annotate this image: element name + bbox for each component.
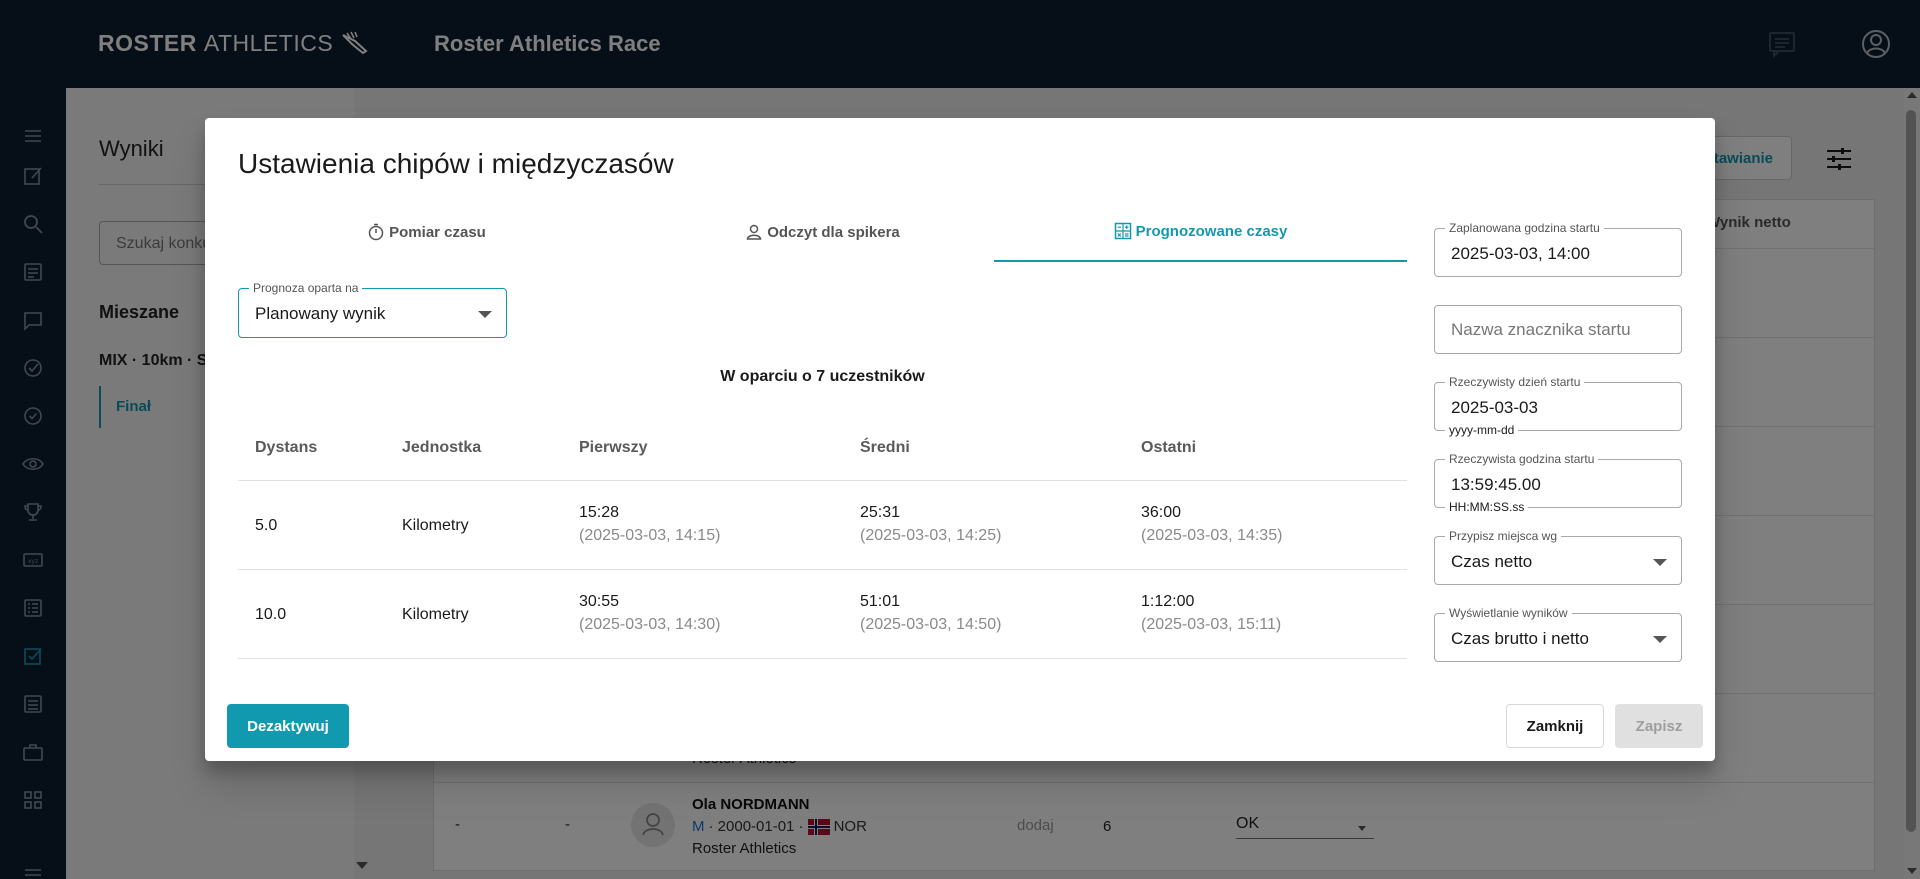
- save-button[interactable]: Zapisz: [1615, 704, 1703, 748]
- table-row: 10.0 Kilometry 30:55 (2025-03-03, 14:30)…: [238, 569, 1407, 658]
- last-time: 36:00: [1141, 504, 1182, 521]
- forecast-basis-label: Prognoza oparta na: [249, 281, 363, 295]
- average-clock-time: (2025-03-03, 14:25): [860, 527, 1002, 544]
- start-marker-name-input[interactable]: Nazwa znacznika startu: [1434, 305, 1682, 354]
- actual-start-time-label: Rzeczywista godzina startu: [1445, 452, 1599, 466]
- column-header-unit: Jednostka: [402, 439, 482, 456]
- forecast-basis-value: Planowany wynik: [255, 304, 386, 323]
- average-time: 25:31: [860, 504, 901, 521]
- forecast-basis-select[interactable]: Prognoza oparta na Planowany wynik: [238, 281, 507, 338]
- first-clock-time: (2025-03-03, 14:15): [579, 527, 721, 544]
- row-distance: 10.0: [255, 606, 287, 623]
- table-row: 5.0 Kilometry 15:28 (2025-03-03, 14:15) …: [238, 480, 1407, 569]
- tab-predicted-times[interactable]: Prognozowane czasy: [994, 202, 1407, 262]
- assign-places-select[interactable]: Przypisz miejsca wg Czas netto: [1434, 529, 1682, 585]
- last-clock-time: (2025-03-03, 14:35): [1141, 527, 1283, 544]
- dialog-tabs: Pomiar czasu Odczyt dla spikera Prognozo…: [238, 202, 1407, 262]
- chevron-down-icon[interactable]: [478, 311, 492, 318]
- last-time: 1:12:00: [1141, 593, 1195, 610]
- close-button[interactable]: Zamknij: [1506, 704, 1604, 748]
- chevron-down-icon[interactable]: [1653, 636, 1667, 643]
- date-format-hint: yyyy-mm-dd: [1445, 423, 1519, 437]
- column-header-average: Średni: [860, 439, 910, 456]
- first-clock-time: (2025-03-03, 14:30): [579, 616, 721, 633]
- tab-speaker[interactable]: Odczyt dla spikera: [634, 202, 1011, 262]
- chip-settings-dialog: Ustawienia chipów i międzyczasów Pomiar …: [205, 118, 1715, 761]
- row-last: 1:12:00 (2025-03-03, 15:11): [1141, 593, 1281, 634]
- row-average: 25:31 (2025-03-03, 14:25): [860, 504, 1001, 545]
- tab-timing[interactable]: Pomiar czasu: [238, 202, 615, 262]
- assign-places-value: Czas netto: [1451, 552, 1533, 571]
- row-average: 51:01 (2025-03-03, 14:50): [860, 593, 1001, 634]
- assign-places-label: Przypisz miejsca wg: [1445, 529, 1562, 543]
- planned-start-label: Zaplanowana godzina startu: [1445, 221, 1604, 235]
- tab-speaker-label: Odczyt dla spikera: [767, 223, 900, 241]
- chevron-down-icon[interactable]: [1653, 559, 1667, 566]
- tab-predicted-times-label: Prognozowane czasy: [1135, 222, 1288, 240]
- results-display-value: Czas brutto i netto: [1451, 629, 1589, 648]
- deactivate-button[interactable]: Dezaktywuj: [227, 704, 349, 748]
- row-unit: Kilometry: [402, 517, 469, 534]
- average-clock-time: (2025-03-03, 14:50): [860, 616, 1002, 633]
- start-marker-placeholder: Nazwa znacznika startu: [1451, 320, 1631, 339]
- actual-start-day-label: Rzeczywisty dzień startu: [1445, 375, 1585, 389]
- time-format-hint: HH:MM:SS.ss: [1445, 500, 1529, 514]
- planned-start-time-field[interactable]: Zaplanowana godzina startu 2025-03-03, 1…: [1434, 221, 1682, 277]
- average-time: 51:01: [860, 593, 901, 610]
- last-clock-time: (2025-03-03, 15:11): [1141, 616, 1282, 633]
- row-first: 30:55 (2025-03-03, 14:30): [579, 593, 720, 634]
- row-last: 36:00 (2025-03-03, 14:35): [1141, 504, 1282, 545]
- table-bottom-divider: [238, 658, 1407, 659]
- planned-start-value: 2025-03-03, 14:00: [1451, 244, 1590, 263]
- tab-timing-label: Pomiar czasu: [389, 223, 486, 241]
- actual-start-time-value: 13:59:45.00: [1451, 475, 1541, 494]
- column-header-last: Ostatni: [1141, 439, 1197, 456]
- first-time: 15:28: [579, 504, 620, 521]
- row-distance: 5.0: [255, 517, 278, 534]
- first-time: 30:55: [579, 593, 620, 610]
- results-display-select[interactable]: Wyświetlanie wyników Czas brutto i netto: [1434, 606, 1682, 662]
- row-first: 15:28 (2025-03-03, 14:15): [579, 504, 720, 545]
- results-display-label: Wyświetlanie wyników: [1445, 606, 1572, 620]
- person-icon: [746, 224, 762, 240]
- column-header-distance: Dystans: [255, 439, 318, 456]
- row-unit: Kilometry: [402, 606, 469, 623]
- actual-start-day-value: 2025-03-03: [1451, 398, 1538, 417]
- dialog-title: Ustawienia chipów i międzyczasów: [238, 148, 674, 179]
- column-header-first: Pierwszy: [579, 439, 648, 456]
- stopwatch-icon: [368, 223, 384, 241]
- participants-basis-note: W oparciu o 7 uczestników: [720, 368, 925, 385]
- calculator-icon: [1114, 222, 1131, 240]
